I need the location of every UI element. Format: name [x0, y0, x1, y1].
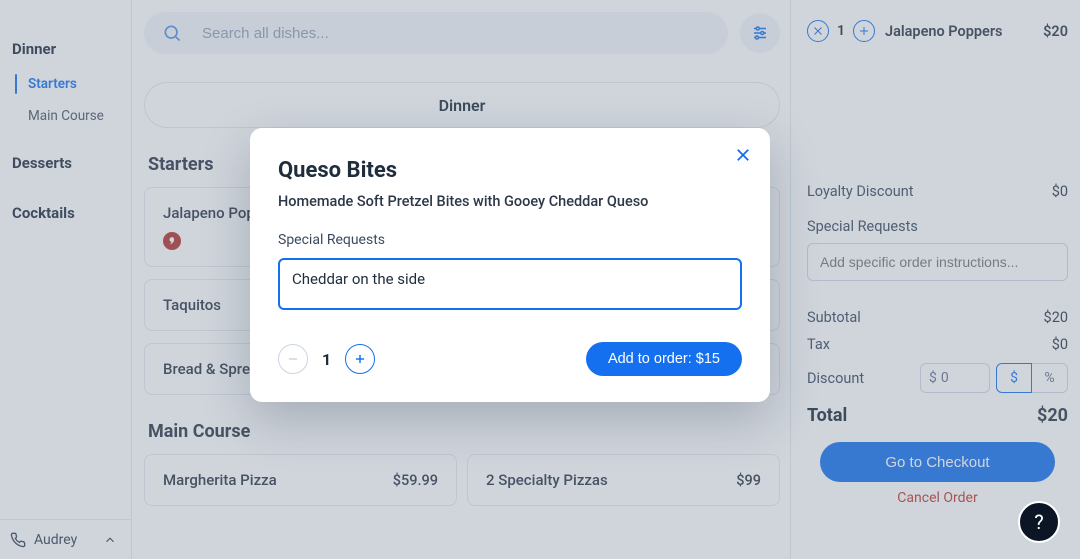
- dish-modal: Queso Bites Homemade Soft Pretzel Bites …: [250, 128, 770, 402]
- modal-description: Homemade Soft Pretzel Bites with Gooey C…: [278, 193, 742, 210]
- help-button[interactable]: ?: [1018, 501, 1060, 543]
- modal-qty-value: 1: [322, 350, 331, 369]
- modal-footer: 1 Add to order: $15: [278, 342, 742, 376]
- modal-special-input[interactable]: [278, 258, 742, 310]
- close-modal-button[interactable]: [734, 146, 752, 164]
- help-icon: ?: [1034, 510, 1043, 534]
- modal-qty-decrement-button[interactable]: [278, 344, 308, 374]
- modal-special-label: Special Requests: [278, 232, 742, 248]
- add-to-order-button[interactable]: Add to order: $15: [586, 342, 742, 376]
- modal-qty-increment-button[interactable]: [345, 344, 375, 374]
- modal-title: Queso Bites: [278, 158, 742, 183]
